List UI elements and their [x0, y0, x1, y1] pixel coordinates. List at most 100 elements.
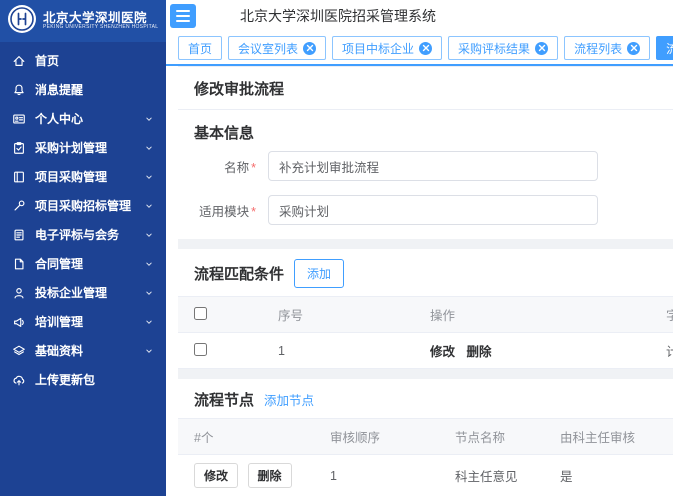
sidebar-item-contract[interactable]: 合同管理 [0, 249, 166, 278]
chevron-down-icon [144, 230, 154, 240]
process-nodes-heading: 流程节点 [194, 389, 254, 410]
sidebar-item-label: 首页 [35, 52, 59, 69]
delete-link[interactable]: 删除 [467, 345, 492, 359]
match-conditions-heading: 流程匹配条件 [194, 263, 284, 284]
tab-process-list[interactable]: 流程列表 [564, 36, 650, 60]
book-icon [12, 170, 26, 184]
sidebar-item-label: 培训管理 [35, 313, 83, 330]
sidebar-item-label: 项目采购招标管理 [35, 197, 131, 214]
tab-label: 会议室列表 [238, 40, 298, 57]
required-mark: * [251, 205, 256, 219]
sidebar-nav: 首页 消息提醒 个人中心 采购 [0, 42, 166, 394]
chevron-down-icon [144, 172, 154, 182]
edit-link[interactable]: 修改 [430, 345, 455, 359]
chevron-down-icon [144, 346, 154, 356]
tab-label: 流程 [666, 40, 673, 57]
chevron-down-icon [144, 259, 154, 269]
module-field-row: 适用模块* [178, 195, 673, 225]
cell-by-head: 是 [544, 455, 673, 496]
hospital-name: 北京大学深圳医院 PEKING UNIVERSITY SHENZHEN HOSP… [43, 11, 158, 31]
process-nodes-table: #个 审核顺序 节点名称 由科主任审核 修改 删除 1 [178, 418, 673, 496]
sidebar-item-project-purchase[interactable]: 项目采购管理 [0, 162, 166, 191]
sidebar-item-label: 投标企业管理 [35, 284, 107, 301]
edit-button[interactable]: 修改 [194, 463, 238, 488]
module-input[interactable] [268, 195, 598, 225]
sidebar-toggle-button[interactable] [170, 4, 196, 28]
match-conditions-table: 序号 操作 字段 1 修改 删除 计划 [178, 296, 673, 369]
close-icon[interactable] [627, 42, 640, 55]
sidebar-item-label: 电子评标与会务 [35, 226, 119, 243]
sidebar-item-bidder-management[interactable]: 投标企业管理 [0, 278, 166, 307]
tab-bar: 首页 会议室列表 项目中标企业 采购评标结果 流程 [166, 32, 673, 66]
sidebar-item-label: 消息提醒 [35, 81, 83, 98]
match-conditions-card: 流程匹配条件 添加 序号 操作 字段 [178, 249, 673, 369]
chevron-down-icon [144, 201, 154, 211]
column-header-order: 审核顺序 [314, 419, 439, 455]
name-field-row: 名称* [178, 151, 673, 181]
basic-info-heading: 基本信息 [178, 110, 673, 151]
table-header-row: 序号 操作 字段 [178, 297, 673, 333]
tab-process[interactable]: 流程 [656, 36, 673, 60]
hospital-name-en: PEKING UNIVERSITY SHENZHEN HOSPITAL [43, 25, 158, 31]
sidebar-item-e-evaluation[interactable]: 电子评标与会务 [0, 220, 166, 249]
add-condition-button[interactable]: 添加 [294, 259, 344, 288]
user-icon [12, 286, 26, 300]
sidebar-item-messages[interactable]: 消息提醒 [0, 75, 166, 104]
tab-home[interactable]: 首页 [178, 36, 222, 60]
section-divider [178, 369, 673, 379]
main-area: 北京大学深圳医院招采管理系统 首页 会议室列表 项目中标企业 采购评标结果 [166, 0, 673, 496]
sidebar: 北京大学深圳医院 PEKING UNIVERSITY SHENZHEN HOSP… [0, 0, 166, 496]
sidebar-item-purchase-plan[interactable]: 采购计划管理 [0, 133, 166, 162]
sidebar-item-label: 合同管理 [35, 255, 83, 272]
row-checkbox[interactable] [194, 343, 207, 356]
section-divider [178, 239, 673, 249]
tab-evaluation-results[interactable]: 采购评标结果 [448, 36, 558, 60]
tab-meeting-room-list[interactable]: 会议室列表 [228, 36, 326, 60]
tab-winning-bidders[interactable]: 项目中标企业 [332, 36, 442, 60]
close-icon[interactable] [535, 42, 548, 55]
contract-file-icon [12, 257, 26, 271]
sidebar-item-project-bidding[interactable]: 项目采购招标管理 [0, 191, 166, 220]
table-row: 1 修改 删除 计划类型 [178, 333, 673, 369]
topbar: 北京大学深圳医院招采管理系统 [166, 0, 673, 32]
column-header-name: 节点名称 [439, 419, 544, 455]
column-header-op: #个 [178, 419, 314, 455]
cloud-upload-icon [12, 373, 26, 387]
delete-button[interactable]: 删除 [248, 463, 292, 488]
sidebar-item-training[interactable]: 培训管理 [0, 307, 166, 336]
hospital-logo: 北京大学深圳医院 PEKING UNIVERSITY SHENZHEN HOSP… [0, 0, 166, 42]
sidebar-item-label: 项目采购管理 [35, 168, 107, 185]
sidebar-item-label: 个人中心 [35, 110, 83, 127]
sidebar-item-home[interactable]: 首页 [0, 46, 166, 75]
layers-icon [12, 344, 26, 358]
sidebar-item-profile[interactable]: 个人中心 [0, 104, 166, 133]
select-all-checkbox[interactable] [194, 307, 207, 320]
page-title: 修改审批流程 [178, 66, 673, 110]
module-field-label: 适用模块* [178, 201, 256, 220]
sidebar-item-label: 基础资料 [35, 342, 83, 359]
hospital-emblem-icon [7, 4, 37, 39]
clipboard-check-icon [12, 141, 26, 155]
hospital-name-cn: 北京大学深圳医院 [43, 11, 158, 25]
id-card-icon [12, 112, 26, 126]
chevron-down-icon [144, 114, 154, 124]
sidebar-item-upload-package[interactable]: 上传更新包 [0, 365, 166, 394]
cell-actions: 修改 删除 [414, 333, 650, 369]
cell-order: 1 [314, 455, 439, 496]
name-field-label: 名称* [178, 157, 256, 176]
cell-actions: 修改 删除 [178, 455, 314, 496]
basic-info-card: 修改审批流程 基本信息 名称* 适用模块* [178, 66, 673, 239]
column-header-field: 字段 [650, 297, 673, 333]
column-header-action: 操作 [414, 297, 650, 333]
wrench-icon [12, 199, 26, 213]
app-title: 北京大学深圳医院招采管理系统 [240, 6, 436, 26]
close-icon[interactable] [419, 42, 432, 55]
sidebar-item-base-data[interactable]: 基础资料 [0, 336, 166, 365]
sidebar-item-label: 上传更新包 [35, 371, 95, 388]
close-icon[interactable] [303, 42, 316, 55]
column-header-by-head: 由科主任审核 [544, 419, 673, 455]
name-input[interactable] [268, 151, 598, 181]
required-mark: * [251, 161, 256, 175]
home-icon [12, 54, 26, 68]
add-node-link[interactable]: 添加节点 [264, 390, 314, 409]
